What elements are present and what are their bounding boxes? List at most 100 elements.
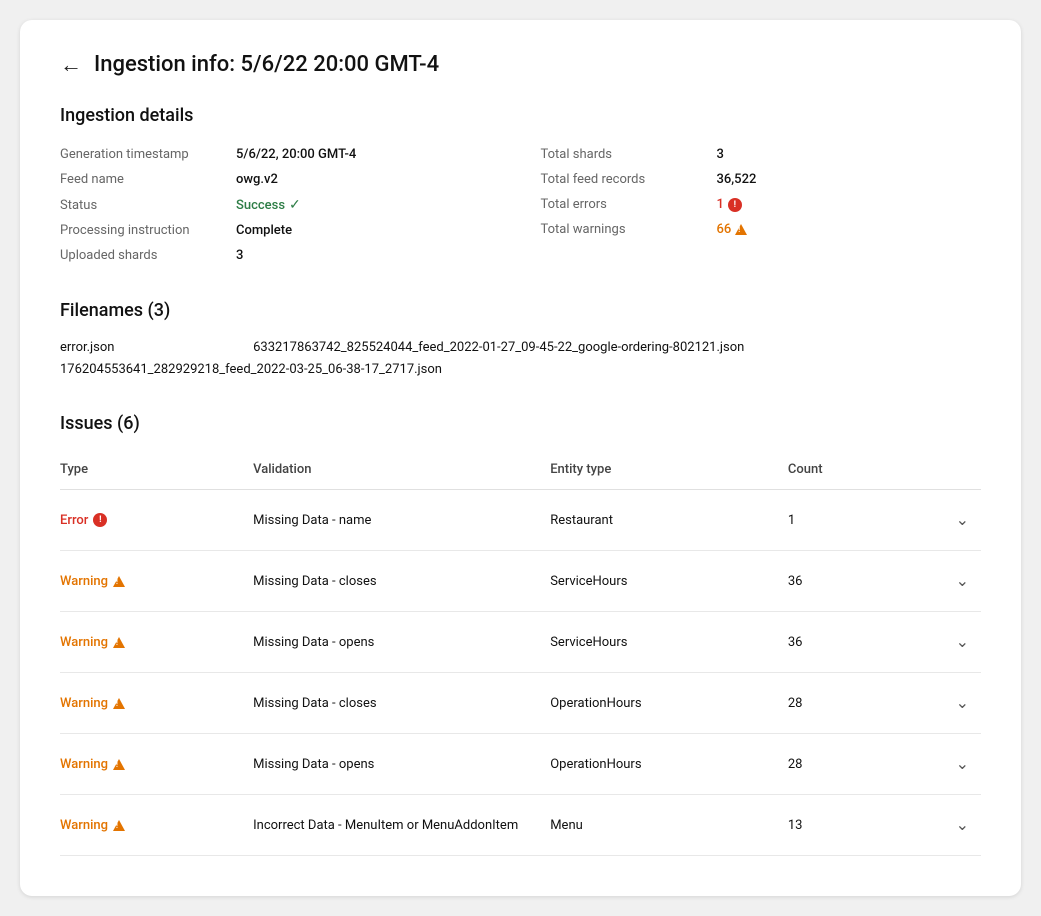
expand-button[interactable]: ⌄ [952,567,973,595]
cell-count: 13 [788,795,907,856]
cell-type: Warning [60,795,253,856]
cell-entity-type: Menu [550,795,788,856]
error-count: 1 [717,197,724,212]
cell-count: 36 [788,551,907,612]
label-total-shards: Total shards [541,147,701,162]
type-warning-label: Warning [60,757,245,772]
error-dot-icon: ! [93,513,107,527]
warning-count: 66 [717,222,732,237]
check-icon: ✓ [289,197,301,213]
details-section-title: Ingestion details [60,105,981,126]
cell-expand: ⌄ [907,612,981,673]
value-timestamp: 5/6/22, 20:00 GMT-4 [236,147,356,162]
detail-row-status: Status Success ✓ [60,192,501,218]
issues-section: Issues (6) Type Validation Entity type C… [60,413,981,856]
table-row: Warning Missing Data - closesServiceHour… [60,551,981,612]
table-row: Warning Missing Data - closesOperationHo… [60,673,981,734]
warning-triangle-icon [113,759,125,770]
warning-text: Warning [60,574,108,589]
warning-triangle-icon [113,576,125,587]
table-row: Warning Missing Data - opensServiceHours… [60,612,981,673]
filename-item: error.json 633217863742_825524044_feed_2… [60,337,981,359]
cell-expand: ⌄ [907,673,981,734]
detail-row-shards: Uploaded shards 3 [60,243,501,268]
label-warnings: Total warnings [541,222,701,237]
cell-entity-type: OperationHours [550,673,788,734]
table-row: Error ! Missing Data - nameRestaurant1⌄ [60,490,981,551]
cell-validation: Missing Data - opens [253,734,550,795]
label-shards: Uploaded shards [60,248,220,263]
cell-type: Warning [60,612,253,673]
value-feed-records: 36,522 [717,172,757,187]
filename-item: 176204553641_282929218_feed_2022-03-25_0… [60,359,981,381]
col-header-count: Count [788,450,907,490]
warning-icon [735,224,747,235]
cell-expand: ⌄ [907,734,981,795]
label-status: Status [60,198,220,213]
details-right: Total shards 3 Total feed records 36,522… [541,142,982,268]
label-processing: Processing instruction [60,223,220,238]
cell-entity-type: OperationHours [550,734,788,795]
error-badge: 1 ! [717,197,742,212]
cell-count: 28 [788,734,907,795]
warning-triangle-icon [113,698,125,709]
detail-row-feed-records: Total feed records 36,522 [541,167,982,192]
filenames-section-title: Filenames (3) [60,300,981,321]
expand-button[interactable]: ⌄ [952,506,973,534]
type-error-label: Error ! [60,513,245,528]
cell-validation: Missing Data - opens [253,612,550,673]
cell-entity-type: ServiceHours [550,551,788,612]
warning-text: Warning [60,757,108,772]
cell-type: Warning [60,551,253,612]
value-status: Success ✓ [236,197,301,213]
col-header-entity: Entity type [550,450,788,490]
cell-expand: ⌄ [907,795,981,856]
filenames-list: error.json 633217863742_825524044_feed_2… [60,337,981,381]
label-feed-records: Total feed records [541,172,701,187]
label-timestamp: Generation timestamp [60,147,220,162]
label-errors: Total errors [541,197,701,212]
ingestion-details-section: Ingestion details Generation timestamp 5… [60,105,981,268]
cell-type: Warning [60,734,253,795]
value-shards: 3 [236,248,243,263]
cell-entity-type: Restaurant [550,490,788,551]
detail-row-errors: Total errors 1 ! [541,192,982,217]
back-button[interactable]: ← [60,54,82,76]
cell-type: Warning [60,673,253,734]
table-row: Warning Missing Data - opensOperationHou… [60,734,981,795]
cell-type: Error ! [60,490,253,551]
cell-expand: ⌄ [907,490,981,551]
expand-button[interactable]: ⌄ [952,750,973,778]
value-processing: Complete [236,223,292,238]
expand-button[interactable]: ⌄ [952,689,973,717]
warning-text: Warning [60,635,108,650]
warning-text: Warning [60,696,108,711]
cell-expand: ⌄ [907,551,981,612]
label-feed: Feed name [60,172,220,187]
page-title: Ingestion info: 5/6/22 20:00 GMT-4 [94,52,439,77]
type-warning-label: Warning [60,818,245,833]
expand-button[interactable]: ⌄ [952,628,973,656]
detail-row-processing: Processing instruction Complete [60,218,501,243]
issues-section-title: Issues (6) [60,413,981,434]
table-row: Warning Incorrect Data - MenuItem or Men… [60,795,981,856]
main-card: ← Ingestion info: 5/6/22 20:00 GMT-4 Ing… [20,20,1021,896]
status-text: Success [236,198,285,213]
detail-row-warnings: Total warnings 66 [541,217,982,242]
detail-row-feed: Feed name owg.v2 [60,167,501,192]
value-total-shards: 3 [717,147,724,162]
expand-button[interactable]: ⌄ [952,811,973,839]
cell-validation: Missing Data - closes [253,673,550,734]
detail-row-timestamp: Generation timestamp 5/6/22, 20:00 GMT-4 [60,142,501,167]
col-header-type: Type [60,450,253,490]
table-header-row: Type Validation Entity type Count [60,450,981,490]
type-warning-label: Warning [60,635,245,650]
cell-entity-type: ServiceHours [550,612,788,673]
value-feed: owg.v2 [236,172,278,187]
details-grid: Generation timestamp 5/6/22, 20:00 GMT-4… [60,142,981,268]
cell-validation: Missing Data - closes [253,551,550,612]
page-header: ← Ingestion info: 5/6/22 20:00 GMT-4 [60,52,981,77]
cell-count: 28 [788,673,907,734]
cell-validation: Incorrect Data - MenuItem or MenuAddonIt… [253,795,550,856]
warning-triangle-icon [113,820,125,831]
